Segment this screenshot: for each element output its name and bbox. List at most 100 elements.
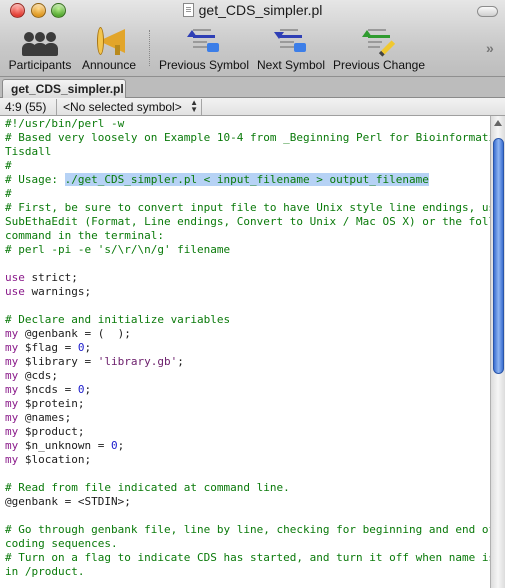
cursor-position[interactable]: 4:9 (55) <box>5 100 46 114</box>
code-token: $ncds = <box>18 383 78 396</box>
editor-status-bar: 4:9 (55) <No selected symbol> ▲ ▼ <box>0 98 505 116</box>
code-token: # Based very loosely on Example 10-4 fro… <box>5 131 490 144</box>
code-line[interactable]: my @cds; <box>5 369 490 383</box>
code-token: # <box>5 159 12 172</box>
code-token: # Read from file indicated at command li… <box>5 481 290 494</box>
toolbar-overflow-icon[interactable]: » <box>486 40 494 56</box>
code-line[interactable]: # First, be sure to convert input file t… <box>5 201 490 215</box>
code-token: # Go through genbank file, line by line,… <box>5 523 490 536</box>
previous-symbol-button[interactable]: Previous Symbol <box>157 24 251 72</box>
code-line[interactable]: # Based very loosely on Example 10-4 fro… <box>5 131 490 145</box>
code-line[interactable] <box>5 257 490 271</box>
toolbar-separator <box>149 30 150 66</box>
code-editor[interactable]: #!/usr/bin/perl -w # Based very loosely o… <box>0 116 490 588</box>
previous-symbol-icon <box>184 24 224 56</box>
participants-button[interactable]: Participants <box>6 24 74 72</box>
code-line[interactable]: command in the terminal: <box>5 229 490 243</box>
window-toolbar: get_CDS_simpler.pl Participants Announce <box>0 0 505 77</box>
code-token: $product; <box>18 425 85 438</box>
code-token: $location; <box>18 453 92 466</box>
code-token: ; <box>117 439 125 452</box>
code-token: SubEthaEdit (Format, Line endings, Conve… <box>5 215 490 228</box>
code-line[interactable]: use warnings; <box>5 285 490 299</box>
document-tab-bar: get_CDS_simpler.pl <box>0 77 505 98</box>
code-line[interactable] <box>5 509 490 523</box>
symbol-popup-menu[interactable]: <No selected symbol> ▲ ▼ <box>56 99 202 115</box>
code-text[interactable]: #!/usr/bin/perl -w # Based very loosely o… <box>0 116 490 579</box>
code-token: #!/usr/bin/perl -w <box>5 117 125 130</box>
code-line[interactable]: Tisdall <box>5 145 490 159</box>
code-line[interactable]: my $ncds = 0; <box>5 383 490 397</box>
code-token: my <box>5 425 19 438</box>
code-line[interactable] <box>5 299 490 313</box>
code-token: Tisdall <box>5 145 52 158</box>
code-line[interactable]: my $protein; <box>5 397 490 411</box>
previous-symbol-label: Previous Symbol <box>158 58 250 72</box>
window-title-bar: get_CDS_simpler.pl <box>0 2 505 22</box>
code-line[interactable]: #!/usr/bin/perl -w <box>5 117 490 131</box>
code-line[interactable]: # Declare and initialize variables <box>5 313 490 327</box>
code-token: warnings; <box>24 285 92 298</box>
previous-change-label: Previous Change <box>332 58 426 72</box>
code-token: my <box>5 355 19 368</box>
selected-text: ./get_CDS_simpler.pl < input_filename > … <box>64 173 429 186</box>
code-line[interactable]: # Usage: ./get_CDS_simpler.pl < input_fi… <box>5 173 490 187</box>
popup-arrows-icon: ▲ ▼ <box>190 98 198 114</box>
code-token: my <box>5 341 19 354</box>
code-line[interactable]: # Read from file indicated at command li… <box>5 481 490 495</box>
scrollbar-thumb[interactable] <box>493 138 504 374</box>
code-token: @cds; <box>18 369 58 382</box>
code-token: # <box>5 187 12 200</box>
code-line[interactable]: my @names; <box>5 411 490 425</box>
code-token: # Declare and initialize variables <box>5 313 231 326</box>
announce-button[interactable]: Announce <box>79 24 139 72</box>
previous-change-button[interactable]: Previous Change <box>332 24 426 72</box>
code-token: $flag = <box>18 341 78 354</box>
code-token: ; <box>84 383 92 396</box>
code-token: my <box>5 369 19 382</box>
code-line[interactable]: coding sequences. <box>5 537 490 551</box>
code-token: # Turn on a flag to indicate CDS has sta… <box>5 551 490 564</box>
code-token: $library = <box>18 355 98 368</box>
toggle-toolbar-button[interactable] <box>477 6 498 17</box>
code-token: my <box>5 397 19 410</box>
code-token: 'library.gb' <box>97 355 178 368</box>
code-line[interactable]: my $library = 'library.gb'; <box>5 355 490 369</box>
code-token: # Usage: <box>5 173 65 186</box>
code-line[interactable]: # Go through genbank file, line by line,… <box>5 523 490 537</box>
code-line[interactable]: # <box>5 159 490 173</box>
code-token: my <box>5 383 19 396</box>
scroll-up-icon[interactable] <box>494 120 502 126</box>
code-line[interactable]: @genbank = <STDIN>; <box>5 495 490 509</box>
code-line[interactable]: my $n_unknown = 0; <box>5 439 490 453</box>
code-token: 0 <box>110 439 118 452</box>
code-line[interactable]: # Turn on a flag to indicate CDS has sta… <box>5 551 490 565</box>
code-line[interactable]: my $flag = 0; <box>5 341 490 355</box>
code-token: my <box>5 411 19 424</box>
code-token: my <box>5 439 19 452</box>
code-line[interactable]: use strict; <box>5 271 490 285</box>
code-line[interactable]: in /product. <box>5 565 490 579</box>
next-symbol-label: Next Symbol <box>256 58 326 72</box>
code-line[interactable]: my @genbank = ( ); <box>5 327 490 341</box>
participants-icon <box>22 24 58 56</box>
code-line[interactable]: # perl -pi -e 's/\r/\n/g' filename <box>5 243 490 257</box>
symbol-popup-value: <No selected symbol> <box>63 100 182 114</box>
vertical-scrollbar[interactable] <box>490 116 505 588</box>
code-token: ; <box>84 341 92 354</box>
next-symbol-button[interactable]: Next Symbol <box>254 24 328 72</box>
document-icon <box>182 3 194 17</box>
code-line[interactable]: # <box>5 187 490 201</box>
code-token: ; <box>177 355 184 368</box>
announce-label: Announce <box>81 58 137 72</box>
code-token: $protein; <box>18 397 85 410</box>
code-token: strict; <box>24 271 78 284</box>
code-line[interactable] <box>5 467 490 481</box>
code-line[interactable]: my $product; <box>5 425 490 439</box>
tab-get-cds-simpler[interactable]: get_CDS_simpler.pl <box>2 79 126 98</box>
code-token: coding sequences. <box>5 537 118 550</box>
code-line[interactable]: my $location; <box>5 453 490 467</box>
next-symbol-icon <box>271 24 311 56</box>
code-token: @genbank = <STDIN>; <box>5 495 131 508</box>
code-line[interactable]: SubEthaEdit (Format, Line endings, Conve… <box>5 215 490 229</box>
